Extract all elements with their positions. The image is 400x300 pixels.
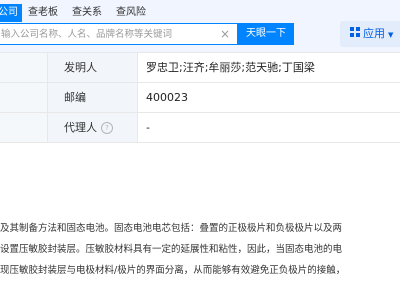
agent-value: - (146, 121, 150, 134)
table-row-inventor: 发明人 罗忠卫;汪齐;牟丽莎;范天驰;丁国梁 (0, 53, 400, 83)
table-row-postcode: 邮编 400023 (0, 83, 400, 113)
apps-menu-button[interactable]: 应用 ▼ (340, 21, 400, 47)
grid-icon (350, 21, 360, 47)
search-input[interactable] (0, 24, 211, 44)
patent-abstract: 及其制备方法和固态电池。固态电池电芯包括：叠置的正极极片和负极极片以及两 设置压… (0, 218, 400, 281)
tab-risk[interactable]: 查风险 (116, 4, 146, 22)
postcode-value: 400023 (146, 91, 188, 104)
abstract-line: 现压敏胶封装层与电极材料/极片的界面分离，从而能够有效避免正负极片的接触， (0, 265, 346, 276)
inventor-value: 罗忠卫;汪齐;牟丽莎;范天驰;丁国梁 (146, 61, 315, 74)
search-header: 公司 查老板 查关系 查风险 × 天眼一下 应用▼ (0, 0, 400, 52)
abstract-line: 及其制备方法和固态电池。固态电池电芯包括：叠置的正极极片和负极极片以及两 (0, 223, 343, 234)
postcode-label: 邮编 (48, 83, 138, 112)
table-row-agent: 代理人? - (0, 113, 400, 143)
agent-label: 代理人? (48, 113, 138, 142)
inventor-label: 发明人 (48, 53, 138, 82)
tab-boss[interactable]: 查老板 (28, 4, 58, 22)
tab-company[interactable]: 公司 (0, 4, 22, 22)
search-button[interactable]: 天眼一下 (238, 23, 294, 45)
clear-icon[interactable]: × (220, 27, 230, 41)
abstract-line: 设置压敏胶封装层。压敏胶材料具有一定的延展性和粘性，因此，当固态电池的电 (0, 244, 343, 255)
help-icon[interactable]: ? (101, 122, 113, 134)
apps-menu-label: 应用 (363, 27, 385, 40)
chevron-down-icon: ▼ (388, 31, 394, 39)
tab-relations[interactable]: 查关系 (72, 4, 102, 22)
patent-info-table: 发明人 罗忠卫;汪齐;牟丽莎;范天驰;丁国梁 邮编 400023 代理人? - (0, 52, 400, 143)
search-box: × (0, 23, 238, 45)
